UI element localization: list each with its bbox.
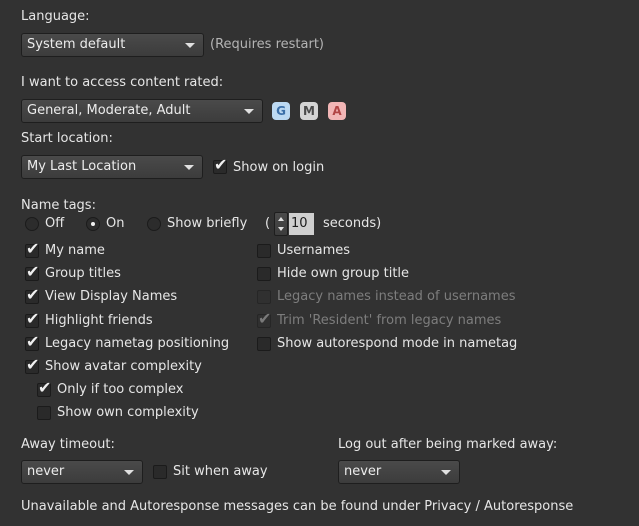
name-tags-brief-label: Show briefly	[167, 216, 248, 231]
group-titles-checkbox[interactable]: ✔	[25, 263, 39, 281]
arrow-down-icon[interactable]	[278, 227, 284, 231]
away-timeout-dropdown[interactable]: never	[21, 460, 143, 484]
legacy-nametag-positioning-label: Legacy nametag positioning	[45, 336, 230, 351]
content-rating-label: I want to access content rated:	[21, 75, 224, 90]
paren-open: (	[265, 216, 271, 231]
name-tags-off-label: Off	[45, 216, 65, 231]
name-tags-on-label: On	[106, 216, 125, 231]
check-icon: ✔	[38, 378, 52, 397]
hide-own-group-title-label: Hide own group title	[277, 266, 410, 281]
language-label: Language:	[21, 9, 90, 24]
check-icon: ✔	[26, 239, 40, 258]
show-avatar-complexity-checkbox[interactable]: ✔	[25, 356, 39, 374]
seconds-value[interactable]: 10	[289, 213, 314, 235]
check-icon: ✔	[258, 309, 272, 328]
logout-after-away-dropdown[interactable]: never	[338, 460, 460, 484]
trim-resident-label: Trim 'Resident' from legacy names	[277, 313, 502, 328]
away-timeout-value: never	[27, 464, 65, 479]
name-tags-label: Name tags:	[21, 198, 96, 213]
sit-when-away-label: Sit when away	[173, 464, 268, 479]
chevron-down-icon	[441, 470, 451, 475]
show-autorespond-label: Show autorespond mode in nametag	[277, 336, 518, 351]
restart-note: (Requires restart)	[210, 37, 324, 52]
name-tags-brief-radio[interactable]	[147, 217, 161, 231]
spinner-buttons[interactable]	[274, 212, 288, 236]
rating-g-icon: G	[272, 102, 290, 120]
usernames-label: Usernames	[277, 243, 351, 258]
legacy-names-label: Legacy names instead of usernames	[277, 289, 516, 304]
check-icon: ✔	[26, 332, 40, 351]
check-icon: ✔	[26, 355, 40, 374]
sit-when-away-checkbox[interactable]	[153, 465, 167, 479]
show-on-login-label: Show on login	[233, 160, 325, 175]
away-timeout-label: Away timeout:	[21, 437, 115, 452]
logout-after-away-value: never	[344, 464, 382, 479]
seconds-label: seconds)	[323, 216, 382, 231]
logout-after-away-label: Log out after being marked away:	[338, 437, 558, 452]
highlight-friends-label: Highlight friends	[45, 313, 153, 328]
legacy-names-checkbox[interactable]	[257, 290, 271, 304]
language-value: System default	[27, 37, 126, 52]
chevron-down-icon	[184, 165, 194, 170]
start-location-value: My Last Location	[27, 159, 137, 174]
usernames-checkbox[interactable]	[257, 244, 271, 258]
chevron-down-icon	[124, 470, 134, 475]
only-if-too-complex-checkbox[interactable]: ✔	[37, 379, 51, 397]
check-icon: ✔	[26, 285, 40, 304]
name-tags-off-radio[interactable]	[25, 217, 39, 231]
show-autorespond-checkbox[interactable]	[257, 337, 271, 351]
language-dropdown[interactable]: System default	[21, 33, 204, 57]
only-if-too-complex-label: Only if too complex	[57, 382, 184, 397]
rating-a-icon: A	[328, 102, 346, 120]
view-display-names-label: View Display Names	[45, 289, 178, 304]
check-icon: ✔	[214, 155, 228, 174]
show-avatar-complexity-label: Show avatar complexity	[45, 359, 202, 374]
rating-m-icon: M	[300, 102, 318, 120]
start-location-dropdown[interactable]: My Last Location	[21, 155, 203, 179]
check-icon: ✔	[26, 309, 40, 328]
chevron-down-icon	[244, 109, 254, 114]
content-rating-dropdown[interactable]: General, Moderate, Adult	[21, 99, 263, 123]
footer-note: Unavailable and Autoresponse messages ca…	[21, 499, 574, 514]
group-titles-label: Group titles	[45, 266, 121, 281]
highlight-friends-checkbox[interactable]: ✔	[25, 310, 39, 328]
show-own-complexity-label: Show own complexity	[57, 405, 199, 420]
check-icon: ✔	[26, 262, 40, 281]
my-name-label: My name	[45, 243, 105, 258]
my-name-checkbox[interactable]: ✔	[25, 240, 39, 258]
trim-resident-checkbox[interactable]: ✔	[257, 310, 271, 328]
hide-own-group-title-checkbox[interactable]	[257, 267, 271, 281]
show-own-complexity-checkbox[interactable]	[37, 406, 51, 420]
content-rating-value: General, Moderate, Adult	[27, 103, 191, 118]
name-tags-on-radio[interactable]	[86, 217, 100, 231]
seconds-spinner[interactable]: 10	[274, 212, 322, 236]
view-display-names-checkbox[interactable]: ✔	[25, 286, 39, 304]
legacy-nametag-positioning-checkbox[interactable]: ✔	[25, 333, 39, 351]
show-on-login-checkbox[interactable]: ✔	[213, 156, 227, 174]
arrow-up-icon[interactable]	[278, 217, 284, 221]
chevron-down-icon	[185, 43, 195, 48]
start-location-label: Start location:	[21, 131, 113, 146]
